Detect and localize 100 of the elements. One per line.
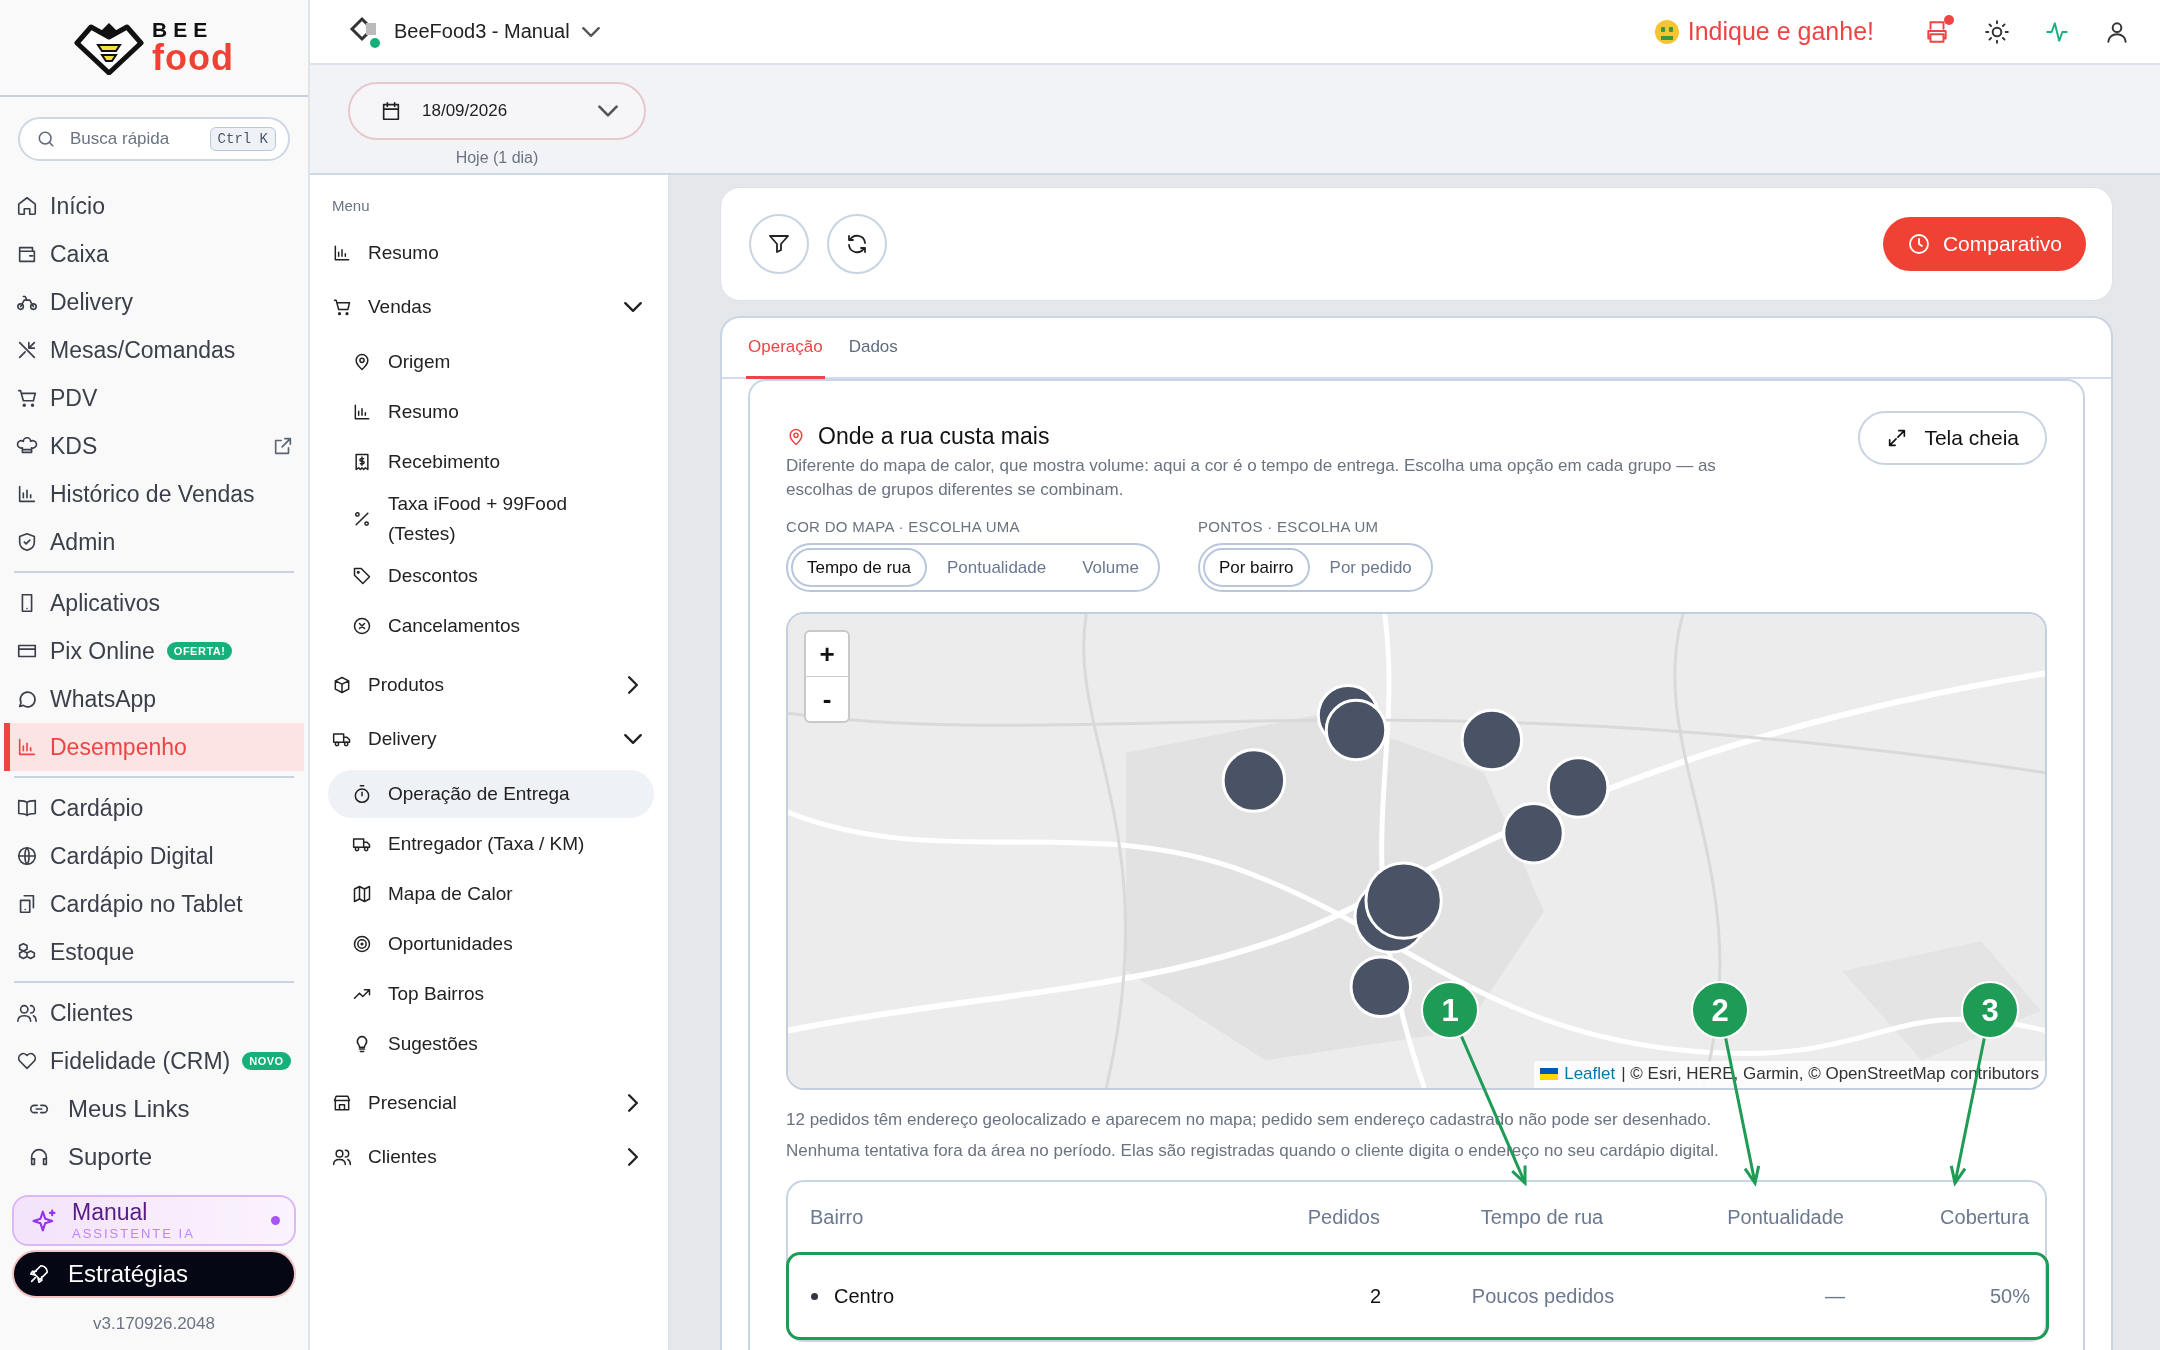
submenu-item[interactable]: Recebimento bbox=[328, 438, 654, 486]
menu-label: Presencial bbox=[368, 1092, 457, 1114]
menu-item[interactable]: Produtos bbox=[328, 658, 654, 712]
users-icon bbox=[332, 1147, 352, 1167]
refresh-button[interactable] bbox=[827, 214, 887, 274]
submenu-item[interactable]: Entregador (Taxa / KM) bbox=[328, 820, 654, 868]
nav-item[interactable]: Cardápio Digital bbox=[4, 832, 304, 880]
nav-label: Mesas/Comandas bbox=[50, 336, 236, 364]
map-marker[interactable] bbox=[1502, 801, 1565, 865]
submenu-item[interactable]: Descontos bbox=[328, 552, 654, 600]
menu-item[interactable]: Presencial bbox=[328, 1076, 654, 1130]
referral-link[interactable]: Indique e ganhe! bbox=[1653, 17, 1874, 46]
nav-item[interactable]: Início bbox=[4, 182, 304, 230]
submenu-item[interactable]: Oportunidades bbox=[328, 920, 654, 968]
nav-item[interactable]: Cardápio bbox=[4, 784, 304, 832]
submenu-item[interactable]: Operação de Entrega bbox=[328, 770, 654, 818]
new-badge: NOVO bbox=[242, 1052, 291, 1070]
column-header: Pedidos bbox=[1306, 1204, 1380, 1230]
cancel-icon bbox=[352, 616, 372, 636]
nav-label: Aplicativos bbox=[50, 589, 160, 617]
nav-label: Cardápio no Tablet bbox=[50, 890, 243, 918]
submenu-item[interactable]: Taxa iFood + 99Food (Testes) bbox=[328, 488, 654, 550]
nav-item[interactable]: Mesas/Comandas bbox=[4, 326, 304, 374]
submenu-item[interactable]: Cancelamentos bbox=[328, 602, 654, 650]
column-header: Bairro bbox=[810, 1204, 865, 1230]
link-label: Meus Links bbox=[68, 1095, 190, 1123]
nav-label: Delivery bbox=[50, 288, 134, 316]
segment-option[interactable]: Por bairro bbox=[1202, 548, 1310, 587]
segment-option[interactable]: Volume bbox=[1066, 548, 1155, 587]
section-title: Onde a rua custa mais bbox=[818, 423, 1050, 450]
map-marker[interactable] bbox=[1460, 708, 1524, 772]
compare-button[interactable]: Comparativo bbox=[1882, 217, 2086, 271]
tab[interactable]: Operação bbox=[746, 318, 825, 379]
workspace-selector[interactable]: BeeFood3 - Manual bbox=[348, 14, 600, 49]
workspace-name: BeeFood3 - Manual bbox=[394, 20, 570, 43]
menu-item[interactable]: Vendas bbox=[328, 280, 654, 334]
nav-item[interactable]: Clientes bbox=[4, 989, 304, 1037]
rocket-icon bbox=[28, 1263, 50, 1285]
menu-label: Vendas bbox=[368, 296, 432, 318]
nav-item[interactable]: Cardápio no Tablet bbox=[4, 880, 304, 928]
map-marker[interactable] bbox=[1349, 955, 1413, 1019]
date-picker[interactable]: 18/09/2026 bbox=[348, 82, 646, 140]
search-field[interactable]: Busca rápida bbox=[68, 128, 198, 150]
nav-item[interactable]: Caixa bbox=[4, 230, 304, 278]
nav-label: Caixa bbox=[50, 240, 109, 268]
menu-label: Produtos bbox=[368, 674, 445, 696]
nav-item[interactable]: Admin bbox=[4, 518, 304, 566]
home-icon bbox=[16, 195, 38, 217]
book-icon bbox=[16, 797, 38, 819]
sidebar-link[interactable]: Suporte bbox=[0, 1133, 308, 1181]
menu-label: Delivery bbox=[368, 728, 437, 750]
map-marker[interactable] bbox=[1221, 748, 1287, 813]
map-marker[interactable] bbox=[1324, 698, 1388, 762]
nav-label: Admin bbox=[50, 528, 116, 556]
bar-chart-icon bbox=[16, 483, 38, 505]
nav-item[interactable]: Delivery bbox=[4, 278, 304, 326]
strategies-button[interactable]: Estratégias bbox=[12, 1250, 296, 1298]
menu-item[interactable]: Delivery bbox=[328, 712, 654, 766]
submenu-item[interactable]: Resumo bbox=[328, 388, 654, 436]
nav-item[interactable]: WhatsApp bbox=[4, 675, 304, 723]
assistant-button[interactable]: Manual ASSISTENTE IA bbox=[12, 1195, 296, 1246]
menu-item[interactable]: Resumo bbox=[328, 226, 654, 280]
stopwatch-icon bbox=[352, 784, 372, 804]
heart-icon bbox=[16, 1050, 38, 1072]
nav-item[interactable]: KDS bbox=[4, 422, 304, 470]
nav-item[interactable]: Histórico de Vendas bbox=[4, 470, 304, 518]
submenu-item[interactable]: Top Bairros bbox=[328, 970, 654, 1018]
nav-item[interactable]: Pix Online OFERTA! bbox=[4, 627, 304, 675]
nav-item[interactable]: Estoque bbox=[4, 928, 304, 976]
menu-item[interactable]: Clientes bbox=[328, 1130, 654, 1184]
sidebar-link[interactable]: Meus Links bbox=[0, 1085, 308, 1133]
submenu-label: Origem bbox=[388, 350, 451, 374]
nav-label: Cardápio bbox=[50, 794, 144, 822]
money-face-icon bbox=[1653, 18, 1680, 45]
printer-icon[interactable] bbox=[1924, 18, 1950, 45]
shield-icon bbox=[16, 531, 38, 553]
fullscreen-button[interactable]: Tela cheia bbox=[1858, 411, 2047, 465]
link-label: Suporte bbox=[68, 1143, 153, 1171]
tab[interactable]: Dados bbox=[846, 318, 900, 379]
submenu-item[interactable]: Mapa de Calor bbox=[328, 870, 654, 918]
users-icon bbox=[16, 1002, 38, 1024]
submenu-label: Entregador (Taxa / KM) bbox=[388, 832, 585, 856]
sun-icon[interactable] bbox=[1984, 18, 2010, 45]
segment-option[interactable]: Pontualidade bbox=[930, 548, 1063, 587]
filter-button[interactable] bbox=[749, 214, 809, 274]
submenu-label: Cancelamentos bbox=[388, 614, 521, 638]
attribution-link[interactable]: Leaflet bbox=[1564, 1064, 1616, 1084]
map-marker[interactable] bbox=[1364, 861, 1443, 940]
brand-name: BEE bbox=[152, 19, 215, 40]
nav-item[interactable]: Aplicativos bbox=[4, 579, 304, 627]
bar-chart-icon bbox=[332, 243, 352, 263]
chat-icon bbox=[16, 688, 38, 710]
nav-item[interactable]: PDV bbox=[4, 374, 304, 422]
segment-option[interactable]: Por pedido bbox=[1313, 548, 1428, 587]
map-marker[interactable] bbox=[1546, 756, 1610, 819]
submenu-item[interactable]: Origem bbox=[328, 338, 654, 386]
new-badge: OFERTA! bbox=[166, 642, 233, 660]
submenu-item[interactable]: Sugestões bbox=[328, 1020, 654, 1068]
nav-item[interactable]: Fidelidade (CRM) NOVO bbox=[4, 1037, 304, 1085]
segment-option[interactable]: Tempo de rua bbox=[791, 548, 927, 587]
